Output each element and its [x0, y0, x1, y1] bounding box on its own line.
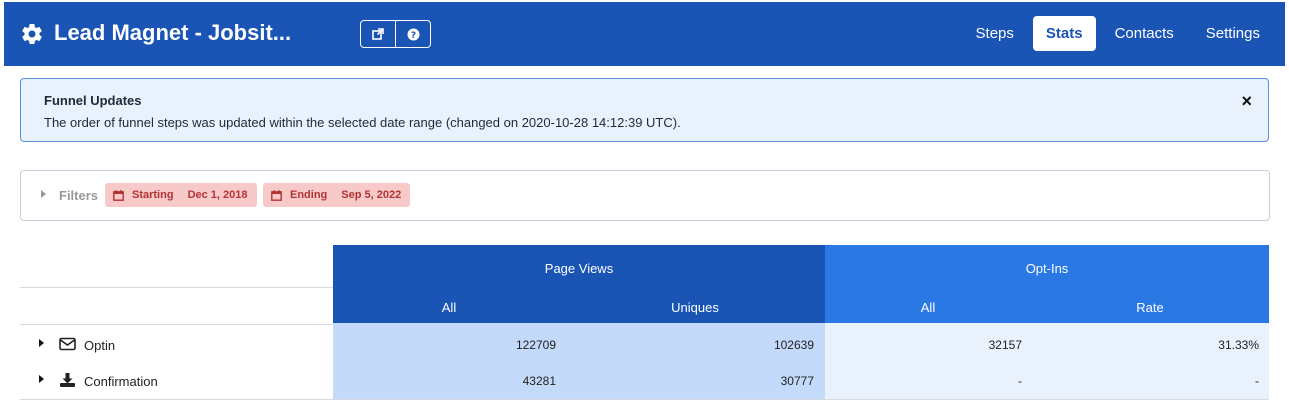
page-views-all-cell: 43281	[522, 374, 556, 388]
download-icon	[60, 373, 75, 387]
page-views-all-cell: 122709	[515, 338, 556, 352]
page-views-all-header: All	[441, 300, 457, 315]
nav-contacts[interactable]: Contacts	[1102, 16, 1187, 51]
ending-value: Sep 5, 2022	[341, 189, 402, 201]
expand-row-caret-icon[interactable]	[39, 375, 44, 383]
nav-settings[interactable]: Settings	[1193, 16, 1273, 51]
page-views-group-label: Page Views	[544, 261, 614, 276]
page-views-uniques-cell: 102639	[773, 338, 814, 352]
table-row: Optin 122709 102639 32157 31.33%	[4, 325, 1285, 361]
table-divider	[20, 287, 333, 288]
filters-panel: Filters Starting Dec 1, 2018 Ending Sep …	[20, 170, 1270, 221]
opt-ins-rate-cell: -	[1255, 374, 1259, 388]
starting-value: Dec 1, 2018	[187, 189, 248, 201]
opt-ins-header: Opt-Ins All Rate	[825, 245, 1269, 323]
opt-ins-rate-header: Rate	[1136, 300, 1164, 315]
ending-label: Ending	[290, 189, 328, 201]
open-external-button[interactable]	[361, 21, 395, 47]
expand-row-caret-icon[interactable]	[39, 339, 44, 347]
alert-heading: Funnel Updates	[44, 93, 142, 108]
opt-ins-all-cell: 32157	[988, 338, 1022, 352]
calendar-icon	[113, 189, 124, 201]
calendar-icon	[271, 189, 282, 201]
ending-date-filter[interactable]: Ending Sep 5, 2022	[263, 183, 410, 207]
filters-toggle[interactable]: Filters	[59, 188, 98, 203]
opt-ins-all-header: All	[920, 300, 936, 315]
opt-ins-all-cell: -	[1018, 374, 1022, 388]
alert-message: The order of funnel steps was updated wi…	[44, 115, 681, 130]
funnel-updates-alert: Funnel Updates The order of funnel steps…	[20, 78, 1269, 142]
page-views-uniques-header: Uniques	[671, 300, 719, 315]
app-frame: Lead Magnet - Jobsit... ? Steps Stats Co…	[4, 2, 1285, 412]
step-name[interactable]: Optin	[84, 338, 115, 353]
table-row: Confirmation 43281 30777 - -	[4, 361, 1285, 397]
nav-steps[interactable]: Steps	[963, 16, 1027, 51]
starting-date-filter[interactable]: Starting Dec 1, 2018	[105, 183, 257, 207]
external-link-icon	[372, 28, 384, 40]
opt-ins-group-label: Opt-Ins	[1025, 261, 1069, 276]
close-alert-button[interactable]: ×	[1241, 91, 1252, 112]
envelope-icon	[59, 337, 76, 351]
opt-ins-rate-cell: 31.33%	[1218, 338, 1259, 352]
help-icon: ?	[407, 28, 419, 41]
title-action-buttons: ?	[360, 20, 431, 48]
starting-label: Starting	[132, 189, 174, 201]
svg-text:?: ?	[410, 31, 415, 41]
nav-stats[interactable]: Stats	[1032, 16, 1096, 51]
help-button[interactable]: ?	[395, 21, 430, 47]
top-bar: Lead Magnet - Jobsit... ? Steps Stats Co…	[4, 2, 1285, 66]
page-views-uniques-cell: 30777	[780, 374, 814, 388]
table-divider	[20, 399, 1269, 400]
step-name[interactable]: Confirmation	[84, 374, 158, 389]
page-views-header: Page Views All Uniques	[333, 245, 825, 323]
filters-caret-icon[interactable]	[41, 190, 46, 198]
funnel-title: Lead Magnet - Jobsit...	[54, 20, 292, 45]
gear-icon[interactable]	[20, 22, 44, 46]
top-nav: Steps Stats Contacts Settings	[963, 16, 1273, 51]
